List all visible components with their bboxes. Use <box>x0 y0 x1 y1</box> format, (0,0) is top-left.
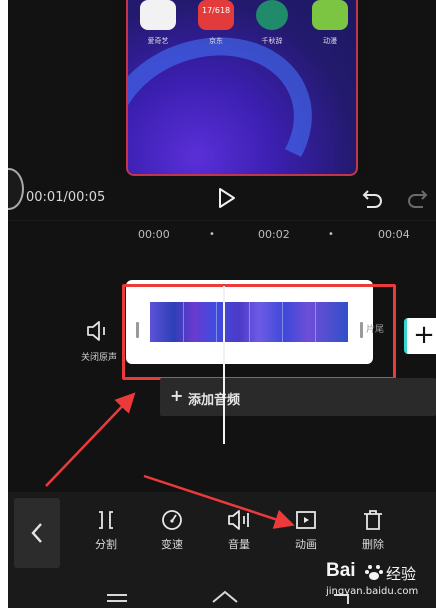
baidu-watermark: Bai 经验 jingyan.baidu.com <box>326 560 436 604</box>
watermark-url: jingyan.baidu.com <box>326 586 419 597</box>
watermark-brand: Bai <box>326 560 356 581</box>
annotation-arrows <box>45 392 295 529</box>
screenshot: 爱奇艺 17/618 京东 千秋辞 动漫 00:01/00:05 00:00 •… <box>0 0 436 608</box>
arrow-to-clip <box>45 392 136 487</box>
paw-icon <box>365 565 383 580</box>
arrow-to-animation <box>143 474 295 529</box>
video-editor-app: 爱奇艺 17/618 京东 千秋辞 动漫 00:01/00:05 00:00 •… <box>8 0 436 608</box>
watermark-brand-suffix: 经验 <box>386 565 417 583</box>
